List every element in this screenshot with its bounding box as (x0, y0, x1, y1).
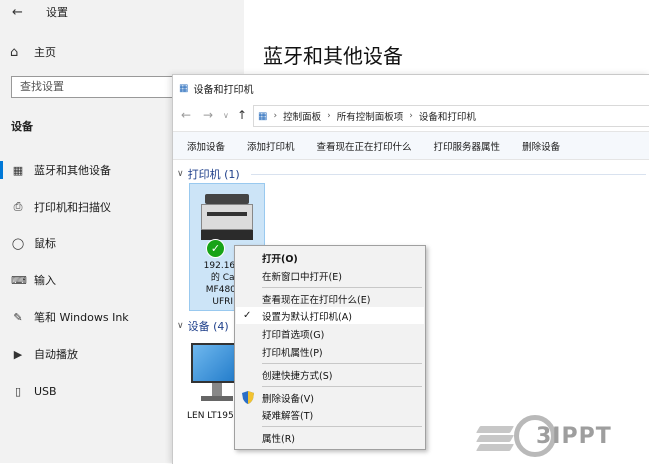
address-bar-row: ← → ∨ ↑ ▦ › 控制面板 › 所有控制面板项 › 设备和打印机 (173, 104, 649, 128)
back-icon[interactable]: ← (181, 108, 191, 122)
printer-device-icon (201, 194, 253, 240)
add-device-button[interactable]: 添加设备 (187, 139, 225, 153)
keyboard-icon: ⌨ (11, 273, 27, 287)
settings-titlebar: ← 设置 (12, 3, 68, 21)
breadcrumb-item[interactable]: 设备和打印机 (419, 109, 476, 123)
watermark-text: 3IPPT (536, 424, 612, 449)
menu-item-open[interactable]: 打开(O) (236, 249, 424, 266)
menu-item-properties[interactable]: 属性(R) (236, 429, 424, 446)
menu-item-label: 删除设备(V) (262, 393, 314, 405)
explorer-titlebar: ▦ 设备和打印机 (173, 75, 649, 101)
group-divider (251, 174, 646, 175)
settings-window-title: 设置 (46, 6, 68, 19)
context-menu: 打开(O) 在新窗口中打开(E) 查看现在正在打印什么(E) ✓ 设置为默认打印… (234, 245, 426, 450)
sidebar-item-label: 自动播放 (34, 348, 78, 361)
add-printer-button[interactable]: 添加打印机 (247, 139, 295, 153)
menu-item-printing-preferences[interactable]: 打印首选项(G) (236, 325, 424, 342)
control-panel-icon: ▦ (258, 110, 268, 122)
menu-item-troubleshoot[interactable]: 疑难解答(T) (236, 406, 424, 423)
devices-group-label: 设备 (4) (187, 320, 229, 333)
home-icon: ⌂ (10, 44, 19, 60)
sidebar-item-label: 蓝牙和其他设备 (34, 164, 111, 177)
sidebar-item-label: 笔和 Windows Ink (34, 311, 129, 324)
printer-icon: ⎙ (13, 200, 23, 213)
back-arrow-icon[interactable]: ← (12, 5, 32, 20)
breadcrumb-item[interactable]: 所有控制面板项 (337, 109, 404, 123)
menu-item-open-new-window[interactable]: 在新窗口中打开(E) (236, 267, 424, 284)
print-server-properties-button[interactable]: 打印服务器属性 (434, 139, 501, 153)
menu-item-label: 打开(O) (262, 253, 298, 265)
breadcrumb-item[interactable]: 控制面板 (283, 109, 321, 123)
menu-item-printer-properties[interactable]: 打印机属性(P) (236, 343, 424, 360)
sidebar-item-label: 鼠标 (34, 237, 56, 250)
chevron-down-icon[interactable]: ∨ (223, 111, 229, 120)
watermark-stack-icon (475, 426, 515, 452)
menu-item-label: 设置为默认打印机(A) (262, 311, 352, 323)
menu-item-label: 打印首选项(G) (262, 329, 325, 341)
forward-icon[interactable]: → (203, 108, 213, 122)
control-panel-icon: ▦ (179, 82, 189, 94)
home-nav-item[interactable]: ⌂ 主页 (10, 44, 56, 60)
chevron-right-icon: › (273, 111, 278, 121)
printers-group-label: 打印机 (1) (187, 168, 240, 181)
mouse-icon: ◯ (11, 236, 25, 250)
menu-separator (262, 287, 422, 288)
menu-item-label: 打印机属性(P) (262, 347, 323, 359)
usb-icon: ▯ (14, 384, 22, 398)
checkmark-icon: ✓ (243, 310, 252, 321)
menu-item-label: 查看现在正在打印什么(E) (262, 294, 371, 306)
home-label: 主页 (34, 46, 56, 59)
sidebar-item-label: 输入 (34, 274, 56, 287)
devices-group-header[interactable]: ∨ 设备 (4) (177, 318, 229, 334)
menu-separator (262, 386, 422, 387)
page-title: 蓝牙和其他设备 (263, 44, 403, 68)
sidebar-item-label: USB (34, 384, 57, 398)
menu-item-label: 创建快捷方式(S) (262, 370, 333, 382)
default-check-icon: ✓ (206, 239, 225, 258)
menu-item-see-printing[interactable]: 查看现在正在打印什么(E) (236, 290, 424, 307)
printers-group-header[interactable]: ∨ 打印机 (1) (177, 166, 240, 182)
watermark-logo: 3IPPT (475, 414, 646, 462)
menu-item-remove-device[interactable]: 删除设备(V) (236, 389, 424, 406)
explorer-title: 设备和打印机 (193, 84, 254, 96)
section-label-devices: 设备 (11, 120, 33, 133)
monitor-label: LEN LT195 (187, 411, 234, 421)
menu-item-set-default[interactable]: ✓ 设置为默认打印机(A) (236, 307, 424, 324)
active-indicator (0, 161, 3, 179)
menu-separator (262, 363, 422, 364)
pen-icon: ✎ (13, 310, 23, 324)
shield-icon (242, 391, 254, 404)
bluetooth-devices-icon: ▦ (12, 163, 24, 177)
menu-item-create-shortcut[interactable]: 创建快捷方式(S) (236, 366, 424, 383)
autoplay-icon: ▶ (13, 347, 23, 361)
up-arrow-icon[interactable]: ↑ (237, 108, 247, 122)
menu-item-label: 疑难解答(T) (262, 410, 314, 422)
remove-device-button[interactable]: 删除设备 (522, 139, 560, 153)
menu-item-label: 属性(R) (262, 433, 296, 445)
menu-item-label: 在新窗口中打开(E) (262, 271, 342, 283)
command-bar: 添加设备 添加打印机 查看现在正在打印什么 打印服务器属性 删除设备 (173, 131, 649, 160)
chevron-right-icon: › (409, 111, 413, 121)
chevron-down-icon: ∨ (177, 169, 184, 179)
address-bar[interactable]: ▦ › 控制面板 › 所有控制面板项 › 设备和打印机 (253, 105, 649, 127)
chevron-right-icon: › (327, 111, 331, 121)
sidebar-item-label: 打印机和扫描仪 (34, 201, 111, 214)
chevron-down-icon: ∨ (177, 321, 184, 331)
menu-separator (262, 426, 422, 427)
see-printing-button[interactable]: 查看现在正在打印什么 (317, 139, 412, 153)
